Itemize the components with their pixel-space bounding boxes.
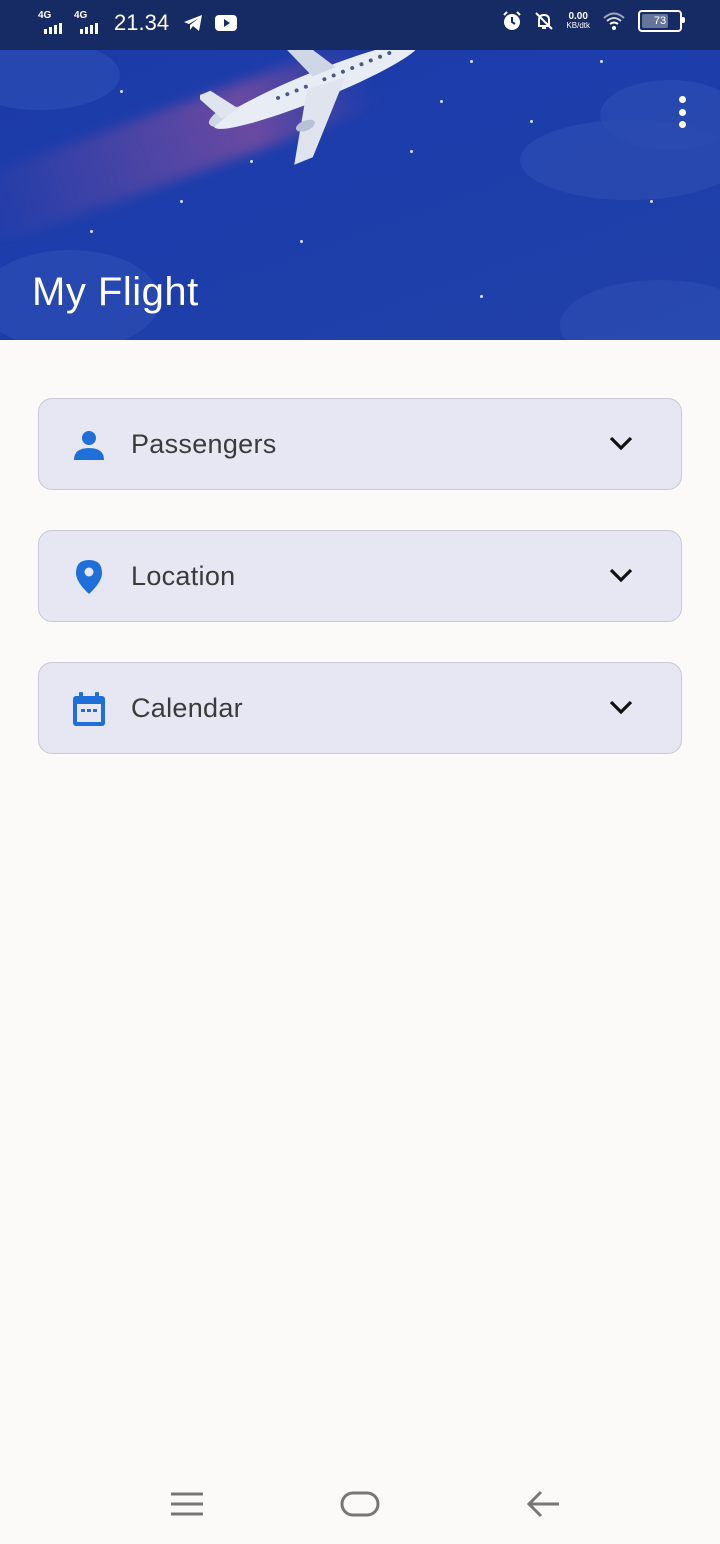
more-vertical-icon [678, 96, 686, 103]
cloud-decoration [560, 280, 720, 340]
location-pin-icon [76, 560, 102, 594]
back-icon [526, 1490, 559, 1518]
system-nav-bar [0, 1464, 720, 1544]
wifi-icon [603, 12, 625, 30]
menu-button[interactable] [167, 1486, 207, 1522]
signal-icon: 4G [74, 10, 104, 36]
alarm-icon [503, 11, 522, 30]
app-header: My Flight [0, 0, 720, 340]
calendar-label: Calendar [131, 693, 243, 723]
passengers-dropdown[interactable]: Passengers [38, 398, 682, 490]
status-bar: 4G 4G 21.34 0.00 KB/dtk 73 [0, 0, 720, 50]
calendar-dropdown[interactable]: Calendar [38, 662, 682, 754]
filter-list: Passengers Location Calendar [38, 398, 682, 794]
chevron-down-icon [609, 700, 633, 715]
chevron-down-icon [609, 436, 633, 451]
home-icon [340, 1491, 380, 1517]
more-options-button[interactable] [676, 96, 688, 128]
home-button[interactable] [340, 1486, 380, 1522]
telegram-icon [184, 15, 203, 31]
battery-icon: 73 [638, 10, 685, 32]
menu-icon [171, 1492, 203, 1516]
person-icon [74, 431, 104, 460]
passengers-label: Passengers [131, 429, 277, 459]
signal-icon: 4G [38, 10, 68, 36]
cloud-decoration [0, 40, 120, 110]
calendar-icon [73, 692, 105, 726]
location-dropdown[interactable]: Location [38, 530, 682, 622]
back-button[interactable] [523, 1486, 563, 1522]
youtube-icon [215, 15, 238, 31]
page-title: My Flight [32, 270, 199, 314]
status-time: 21.34 [114, 10, 170, 35]
data-speed: 0.00 KB/dtk [566, 11, 590, 31]
chevron-down-icon [609, 568, 633, 583]
location-label: Location [131, 561, 236, 591]
notifications-off-icon [535, 12, 554, 30]
